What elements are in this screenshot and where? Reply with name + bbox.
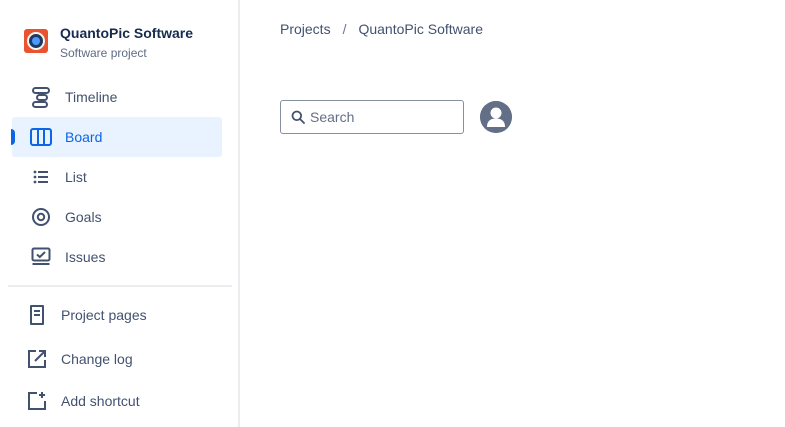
breadcrumb: Projects / QuantoPic Software	[280, 20, 483, 38]
sidebar-item-label: Goals	[65, 209, 102, 225]
sidebar-item-label: Project pages	[61, 307, 147, 323]
active-indicator	[11, 129, 15, 145]
project-name: QuantoPic Software	[60, 25, 194, 41]
search-box[interactable]	[280, 100, 464, 134]
external-link-icon	[25, 347, 49, 371]
sidebar-item-label: Board	[65, 129, 103, 145]
sidebar-divider	[8, 285, 232, 287]
sidebar-item-board[interactable]: Board	[11, 117, 222, 157]
sidebar-item-timeline[interactable]: Timeline	[12, 77, 222, 117]
sidebar-item-label: List	[65, 169, 87, 185]
goals-icon	[29, 205, 53, 229]
board-icon	[29, 125, 53, 149]
list-icon	[29, 165, 53, 189]
project-avatar	[24, 29, 48, 53]
breadcrumb-project[interactable]: QuantoPic Software	[358, 21, 483, 37]
user-avatar[interactable]	[480, 101, 512, 133]
search-input[interactable]	[310, 109, 460, 125]
project-header[interactable]: QuantoPic Software Software project	[24, 24, 224, 64]
app: QuantoPic Software Software project Time…	[0, 0, 785, 427]
add-shortcut-icon	[25, 389, 49, 413]
page-icon	[25, 303, 49, 327]
sidebar-item-issues[interactable]: Issues	[12, 237, 222, 277]
breadcrumb-separator: /	[342, 21, 347, 37]
timeline-icon	[29, 85, 53, 109]
sidebar-item-label: Timeline	[65, 89, 118, 105]
user-avatar-icon	[480, 101, 512, 133]
sidebar-item-change-log[interactable]: Change log	[12, 339, 222, 379]
sidebar-item-label: Add shortcut	[61, 393, 140, 409]
sidebar-item-goals[interactable]: Goals	[12, 197, 222, 237]
project-type: Software project	[60, 46, 147, 60]
breadcrumb-projects[interactable]: Projects	[280, 21, 331, 37]
project-text: QuantoPic Software Software project	[60, 24, 193, 61]
issues-icon	[29, 245, 53, 269]
sidebar-item-label: Issues	[65, 249, 106, 265]
search-icon	[290, 109, 306, 125]
sidebar: QuantoPic Software Software project Time…	[0, 0, 240, 427]
sidebar-item-label: Change log	[61, 351, 133, 367]
sidebar-item-add-shortcut[interactable]: Add shortcut	[12, 381, 222, 421]
sidebar-item-project-pages[interactable]: Project pages	[12, 295, 222, 335]
sidebar-item-list[interactable]: List	[12, 157, 222, 197]
